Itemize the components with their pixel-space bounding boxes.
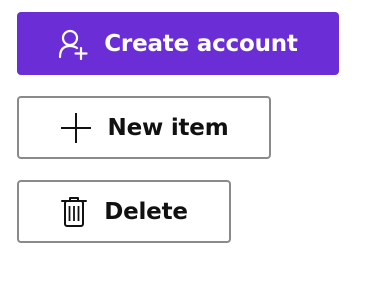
delete-button[interactable]: Delete — [17, 180, 231, 243]
person-add-icon — [58, 28, 88, 60]
create-account-button[interactable]: Create account — [17, 12, 339, 75]
delete-label: Delete — [104, 198, 188, 225]
plus-icon — [60, 112, 92, 144]
create-account-label: Create account — [104, 30, 298, 57]
trash-icon — [60, 195, 88, 229]
new-item-button[interactable]: New item — [17, 96, 271, 159]
new-item-label: New item — [107, 114, 229, 141]
